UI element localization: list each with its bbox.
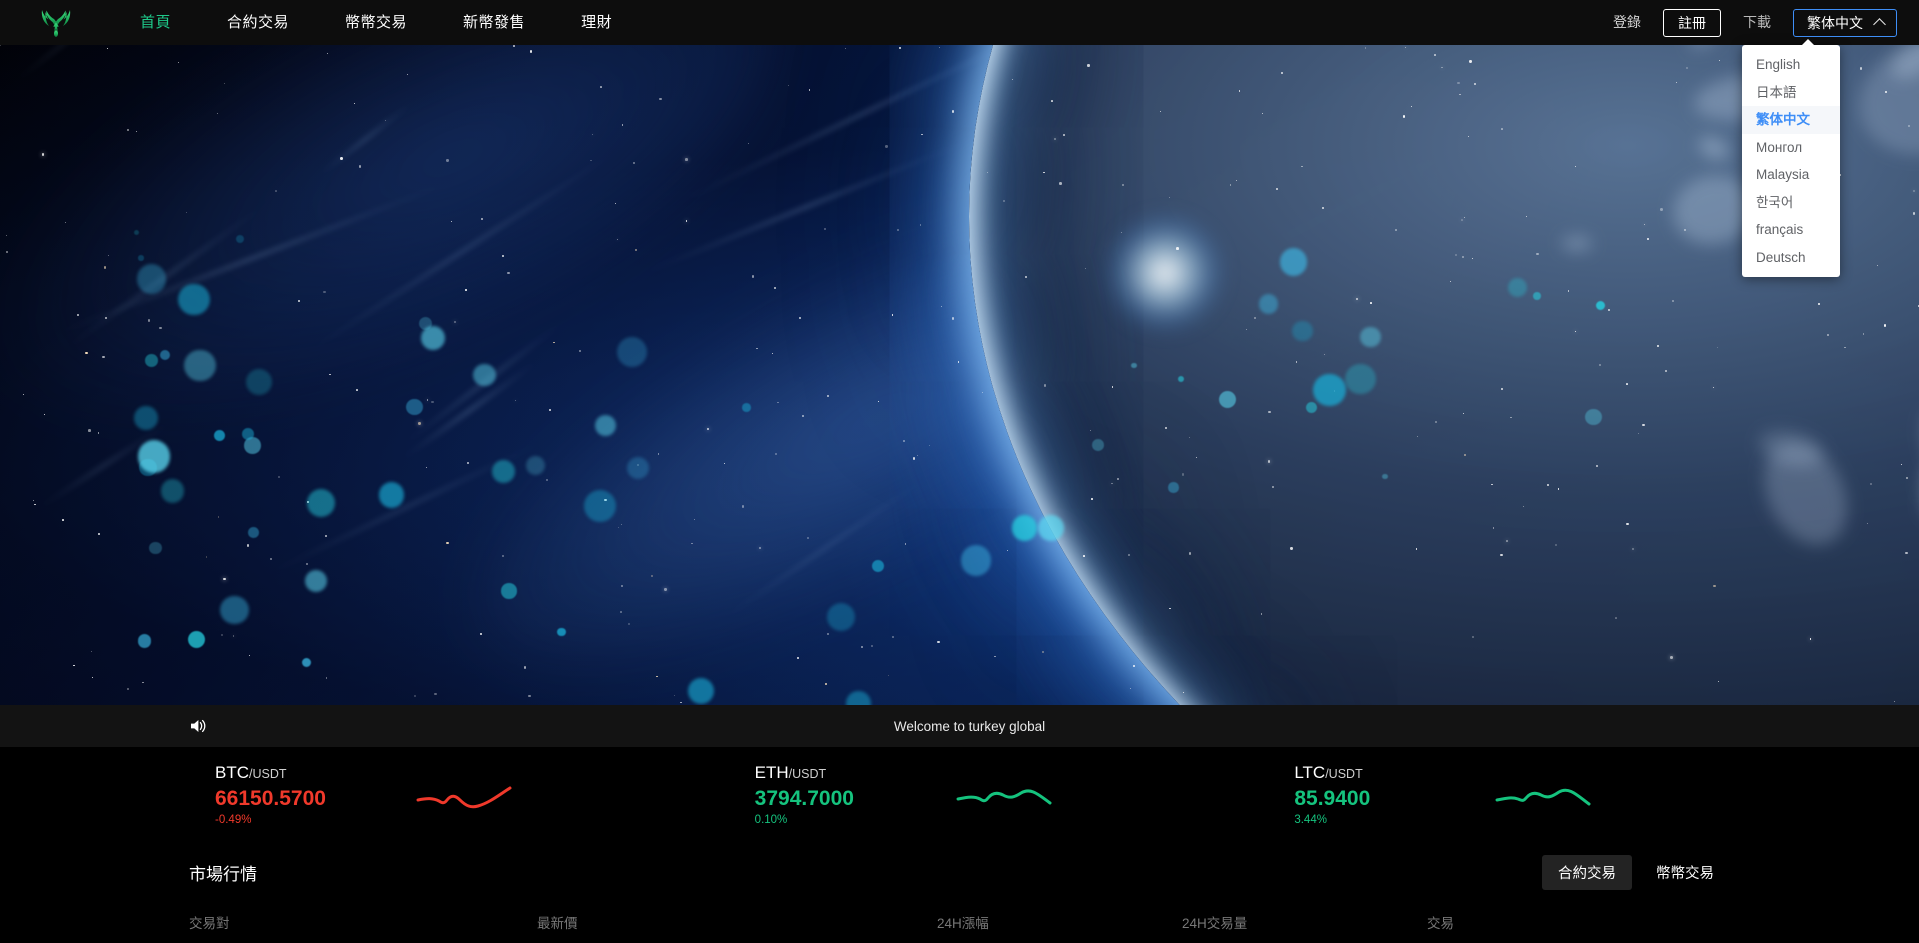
language-selector-label: 繁体中文 [1807, 14, 1863, 31]
site-logo[interactable] [0, 0, 112, 45]
language-option-english[interactable]: English [1742, 51, 1840, 79]
ticker-sparkline [1494, 773, 1604, 817]
market-section: 市場行情 合約交易 幣幣交易 交易對 最新價 24H漲幅 24H交易量 交易 [0, 843, 1919, 943]
ticker-info: BTC/USDT 66150.5700 -0.49% [215, 762, 415, 828]
language-option-traditional-chinese[interactable]: 繁体中文 [1742, 106, 1840, 134]
ticker-info: ETH/USDT 3794.7000 0.10% [755, 762, 955, 828]
ticker-change: 0.10% [754, 814, 788, 826]
language-option-mongolian[interactable]: Монгол [1742, 134, 1840, 162]
ticker-change: -0.49% [215, 814, 252, 826]
ticker-sparkline [955, 773, 1065, 817]
ticker-strip: BTC/USDT 66150.5700 -0.49% ETH/USDT 3794… [0, 747, 1919, 843]
ticker-card-eth[interactable]: ETH/USDT 3794.7000 0.10% [690, 762, 1230, 828]
ticker-quote: /USDT [788, 767, 827, 781]
language-option-japanese[interactable]: 日本語 [1742, 79, 1840, 107]
ticker-card-ltc[interactable]: LTC/USDT 85.9400 3.44% [1229, 762, 1769, 828]
ticker-base: ETH [754, 763, 789, 782]
column-header-price: 最新價 [537, 916, 578, 931]
language-dropdown-menu: English 日本語 繁体中文 Монгол Malaysia 한국어 fra… [1742, 39, 1840, 277]
language-option-german[interactable]: Deutsch [1742, 244, 1840, 272]
ticker-pair: BTC/USDT [215, 762, 415, 785]
language-selector-button[interactable]: 繁体中文 [1793, 8, 1897, 37]
chevron-up-icon [1875, 17, 1886, 28]
ticker-sparkline [415, 773, 525, 817]
ticker-pair: LTC/USDT [1294, 762, 1494, 785]
ticker-pair: ETH/USDT [755, 762, 955, 785]
register-button[interactable]: 註冊 [1663, 8, 1721, 37]
tab-contract-trading[interactable]: 合約交易 [1542, 854, 1632, 890]
column-header-change-24h: 24H漲幅 [937, 916, 989, 931]
nav-item-coin-trading[interactable]: 幣幣交易 [317, 0, 435, 45]
ticker-base: LTC [1294, 763, 1326, 782]
language-option-french[interactable]: français [1742, 216, 1840, 244]
column-header-volume-24h: 24H交易量 [1182, 916, 1248, 931]
header-actions: 登錄 註冊 下載 繁体中文 [1599, 0, 1897, 45]
announcement-bar: Welcome to turkey global [0, 705, 1919, 747]
download-button[interactable]: 下載 [1729, 0, 1785, 45]
ticker-base: BTC [215, 763, 249, 782]
column-header-pair: 交易對 [189, 916, 230, 931]
speaker-icon[interactable] [189, 716, 209, 736]
market-header: 市場行情 合約交易 幣幣交易 [189, 843, 1730, 901]
market-table-header: 交易對 最新價 24H漲幅 24H交易量 交易 [189, 901, 1730, 943]
ticker-price: 3794.7000 [754, 787, 854, 810]
nav-item-home[interactable]: 首頁 [112, 0, 199, 45]
ticker-price: 66150.5700 [215, 787, 326, 810]
ticker-info: LTC/USDT 85.9400 3.44% [1294, 762, 1494, 828]
site-header: 首頁 合約交易 幣幣交易 新幣發售 理財 登錄 註冊 下載 繁体中文 Engli… [0, 0, 1919, 277]
ticker-price: 85.9400 [1294, 787, 1371, 810]
column-header-trade: 交易 [1427, 916, 1454, 931]
ticker-card-btc[interactable]: BTC/USDT 66150.5700 -0.49% [150, 762, 690, 828]
ticker-quote: /USDT [1325, 767, 1363, 781]
market-title: 市場行情 [189, 864, 257, 884]
announcement-text: Welcome to turkey global [893, 718, 1046, 734]
nav-item-contract-trading[interactable]: 合約交易 [199, 0, 317, 45]
hero-banner [0, 45, 1919, 705]
ticker-change: 3.44% [1294, 814, 1327, 826]
ticker-quote: /USDT [249, 767, 287, 781]
nav-item-finance[interactable]: 理財 [553, 0, 640, 45]
login-button[interactable]: 登錄 [1599, 0, 1655, 45]
market-tabs: 合約交易 幣幣交易 [1542, 854, 1730, 890]
main-nav: 首頁 合約交易 幣幣交易 新幣發售 理財 [112, 0, 640, 45]
nav-item-new-coin-sale[interactable]: 新幣發售 [435, 0, 553, 45]
phoenix-logo-icon [39, 7, 73, 39]
language-option-korean[interactable]: 한국어 [1742, 189, 1840, 217]
tab-coin-trading[interactable]: 幣幣交易 [1640, 855, 1730, 890]
language-option-malaysia[interactable]: Malaysia [1742, 161, 1840, 189]
